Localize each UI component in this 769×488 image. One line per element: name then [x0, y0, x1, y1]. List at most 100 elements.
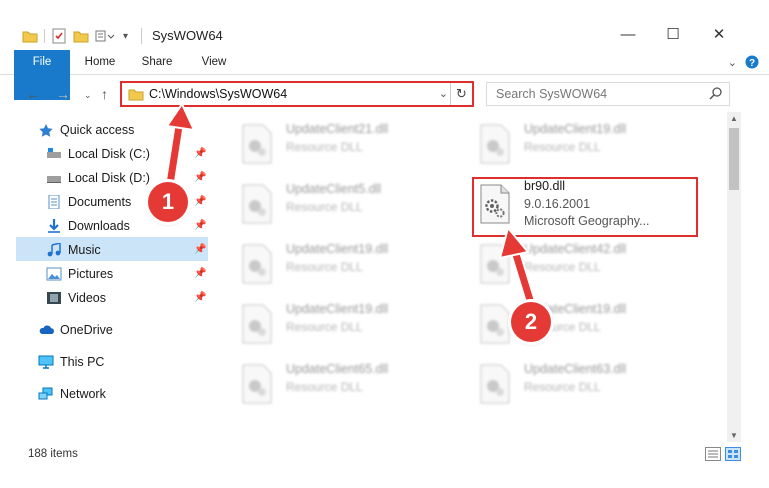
list-item[interactable]: UpdateClient19.dll Resource DLL	[233, 298, 463, 348]
large-icons-view-icon[interactable]	[725, 447, 741, 461]
sidebar-item-videos[interactable]: Videos 📌	[46, 287, 208, 309]
videos-icon	[46, 291, 62, 305]
tab-share[interactable]: Share	[134, 50, 180, 75]
scroll-up-icon[interactable]: ▲	[729, 114, 739, 123]
file-type: Resource DLL	[286, 380, 363, 394]
sidebar-item-label: Network	[60, 387, 106, 401]
dll-file-icon	[241, 244, 273, 284]
file-name: UpdateClient19.dll	[286, 302, 389, 316]
file-type: Resource DLL	[286, 320, 363, 334]
minimize-button[interactable]: —	[608, 23, 648, 47]
vertical-scrollbar[interactable]: ▲ ▼	[727, 112, 741, 442]
navigation-pane: Quick access Local Disk (C:) 📌 Local Dis…	[0, 114, 210, 440]
item-count: 188 items	[28, 448, 78, 460]
dll-file-icon	[241, 124, 273, 164]
pin-icon[interactable]: 📌	[194, 287, 206, 309]
customize-toolbar-icon[interactable]	[95, 29, 117, 43]
folder-icon[interactable]	[22, 29, 38, 43]
file-type: Resource DLL	[524, 380, 601, 394]
close-button[interactable]: ✕	[699, 23, 739, 47]
list-item[interactable]: UpdateClient19.dll Resource DLL	[233, 238, 463, 288]
list-item[interactable]: UpdateClient19.dll Resource DLL	[471, 298, 701, 348]
sidebar-item-label: This PC	[60, 355, 105, 369]
qat-divider	[44, 29, 45, 43]
list-item[interactable]: UpdateClient21.dll Resource DLL	[233, 118, 463, 168]
chevron-down-icon[interactable]: ⌄	[728, 56, 737, 69]
forward-arrow-icon[interactable]: →	[56, 86, 70, 102]
sidebar-item-network[interactable]: Network	[38, 383, 208, 405]
file-name: UpdateClient21.dll	[286, 122, 389, 136]
scroll-down-icon[interactable]: ▼	[729, 431, 739, 440]
pin-icon[interactable]: 📌	[194, 263, 206, 285]
drive-icon	[46, 171, 62, 185]
recent-locations-icon[interactable]: ⌄	[84, 90, 92, 101]
help-icon[interactable]: ?	[745, 55, 759, 69]
list-item[interactable]: UpdateClient42.dll Resource DLL	[471, 238, 701, 288]
back-arrow-icon[interactable]: ←	[26, 86, 40, 102]
file-name: UpdateClient42.dll	[524, 242, 627, 256]
properties-icon[interactable]	[51, 28, 67, 44]
file-list: UpdateClient21.dll Resource DLL UpdateCl…	[215, 112, 727, 442]
sidebar-item-downloads[interactable]: Downloads 📌	[46, 215, 208, 237]
window-title: SysWOW64	[152, 28, 223, 43]
sidebar-item-this-pc[interactable]: This PC	[38, 351, 208, 373]
maximize-button[interactable]: ☐	[653, 23, 693, 47]
sidebar-item-quick-access[interactable]: Quick access	[38, 119, 208, 141]
tab-view[interactable]: View	[192, 50, 236, 75]
dll-file-icon	[479, 364, 511, 404]
scroll-thumb[interactable]	[729, 128, 739, 190]
file-type: Resource DLL	[524, 260, 601, 274]
explorer-window: ▾ SysWOW64 — ☐ ✕ File Home Share View ⌄ …	[0, 0, 769, 488]
address-dropdown-icon[interactable]: ⌄	[439, 87, 448, 100]
pin-icon[interactable]: 📌	[194, 239, 206, 261]
svg-text:?: ?	[749, 58, 755, 69]
details-view-icon[interactable]	[705, 447, 721, 461]
pin-icon[interactable]: 📌	[194, 167, 206, 189]
pin-icon[interactable]: 📌	[194, 215, 206, 237]
pin-icon[interactable]: 📌	[194, 191, 206, 213]
quick-access-toolbar: ▾	[22, 26, 128, 46]
sidebar-item-pictures[interactable]: Pictures 📌	[46, 263, 208, 285]
list-item[interactable]: UpdateClient65.dll Resource DLL	[233, 358, 463, 408]
sidebar-item-label: Music	[68, 243, 101, 257]
ribbon-controls: ⌄ ?	[728, 55, 759, 69]
dll-file-icon	[241, 184, 273, 224]
tab-home[interactable]: Home	[78, 50, 122, 75]
file-name: UpdateClient63.dll	[524, 362, 627, 376]
star-icon	[38, 123, 54, 137]
file-type: Resource DLL	[286, 200, 363, 214]
qat-dropdown-icon[interactable]: ▾	[123, 31, 128, 42]
sidebar-item-label: Quick access	[60, 123, 135, 137]
network-icon	[38, 387, 54, 401]
up-arrow-icon[interactable]: ↑	[101, 86, 108, 102]
search-placeholder: Search SysWOW64	[496, 87, 608, 101]
pin-icon[interactable]: 📌	[194, 143, 206, 165]
search-icon[interactable]	[709, 86, 723, 100]
file-name: UpdateClient65.dll	[286, 362, 389, 376]
step-2-badge: 2	[511, 302, 551, 342]
search-input[interactable]: Search SysWOW64	[486, 82, 730, 106]
list-item[interactable]: UpdateClient5.dll Resource DLL	[233, 178, 463, 228]
sidebar-item-local-disk-c[interactable]: Local Disk (C:) 📌	[46, 143, 208, 165]
sidebar-item-local-disk-d[interactable]: Local Disk (D:) 📌	[46, 167, 208, 189]
file-type: Resource DLL	[524, 140, 601, 154]
list-item[interactable]: UpdateClient19.dll Resource DLL	[471, 118, 701, 168]
pictures-icon	[46, 267, 62, 281]
title-bar: ▾ SysWOW64 — ☐ ✕	[0, 0, 769, 46]
sidebar-item-label: Videos	[68, 291, 106, 305]
file-type: Resource DLL	[286, 140, 363, 154]
address-bar[interactable]: C:\Windows\SysWOW64 ⌄ ↻	[120, 81, 474, 107]
refresh-icon[interactable]: ↻	[450, 83, 472, 105]
downloads-icon	[46, 219, 62, 233]
address-path[interactable]: C:\Windows\SysWOW64	[149, 87, 287, 101]
list-item[interactable]: UpdateClient63.dll Resource DLL	[471, 358, 701, 408]
new-folder-icon[interactable]	[73, 29, 89, 43]
sidebar-item-label: OneDrive	[60, 323, 113, 337]
cloud-icon	[38, 323, 54, 337]
sidebar-item-onedrive[interactable]: OneDrive	[38, 319, 208, 341]
drive-icon	[46, 147, 62, 161]
sidebar-item-music[interactable]: Music 📌	[46, 239, 208, 261]
sidebar-item-label: Documents	[68, 195, 132, 209]
dll-file-icon	[479, 304, 511, 344]
dll-file-icon	[241, 304, 273, 344]
